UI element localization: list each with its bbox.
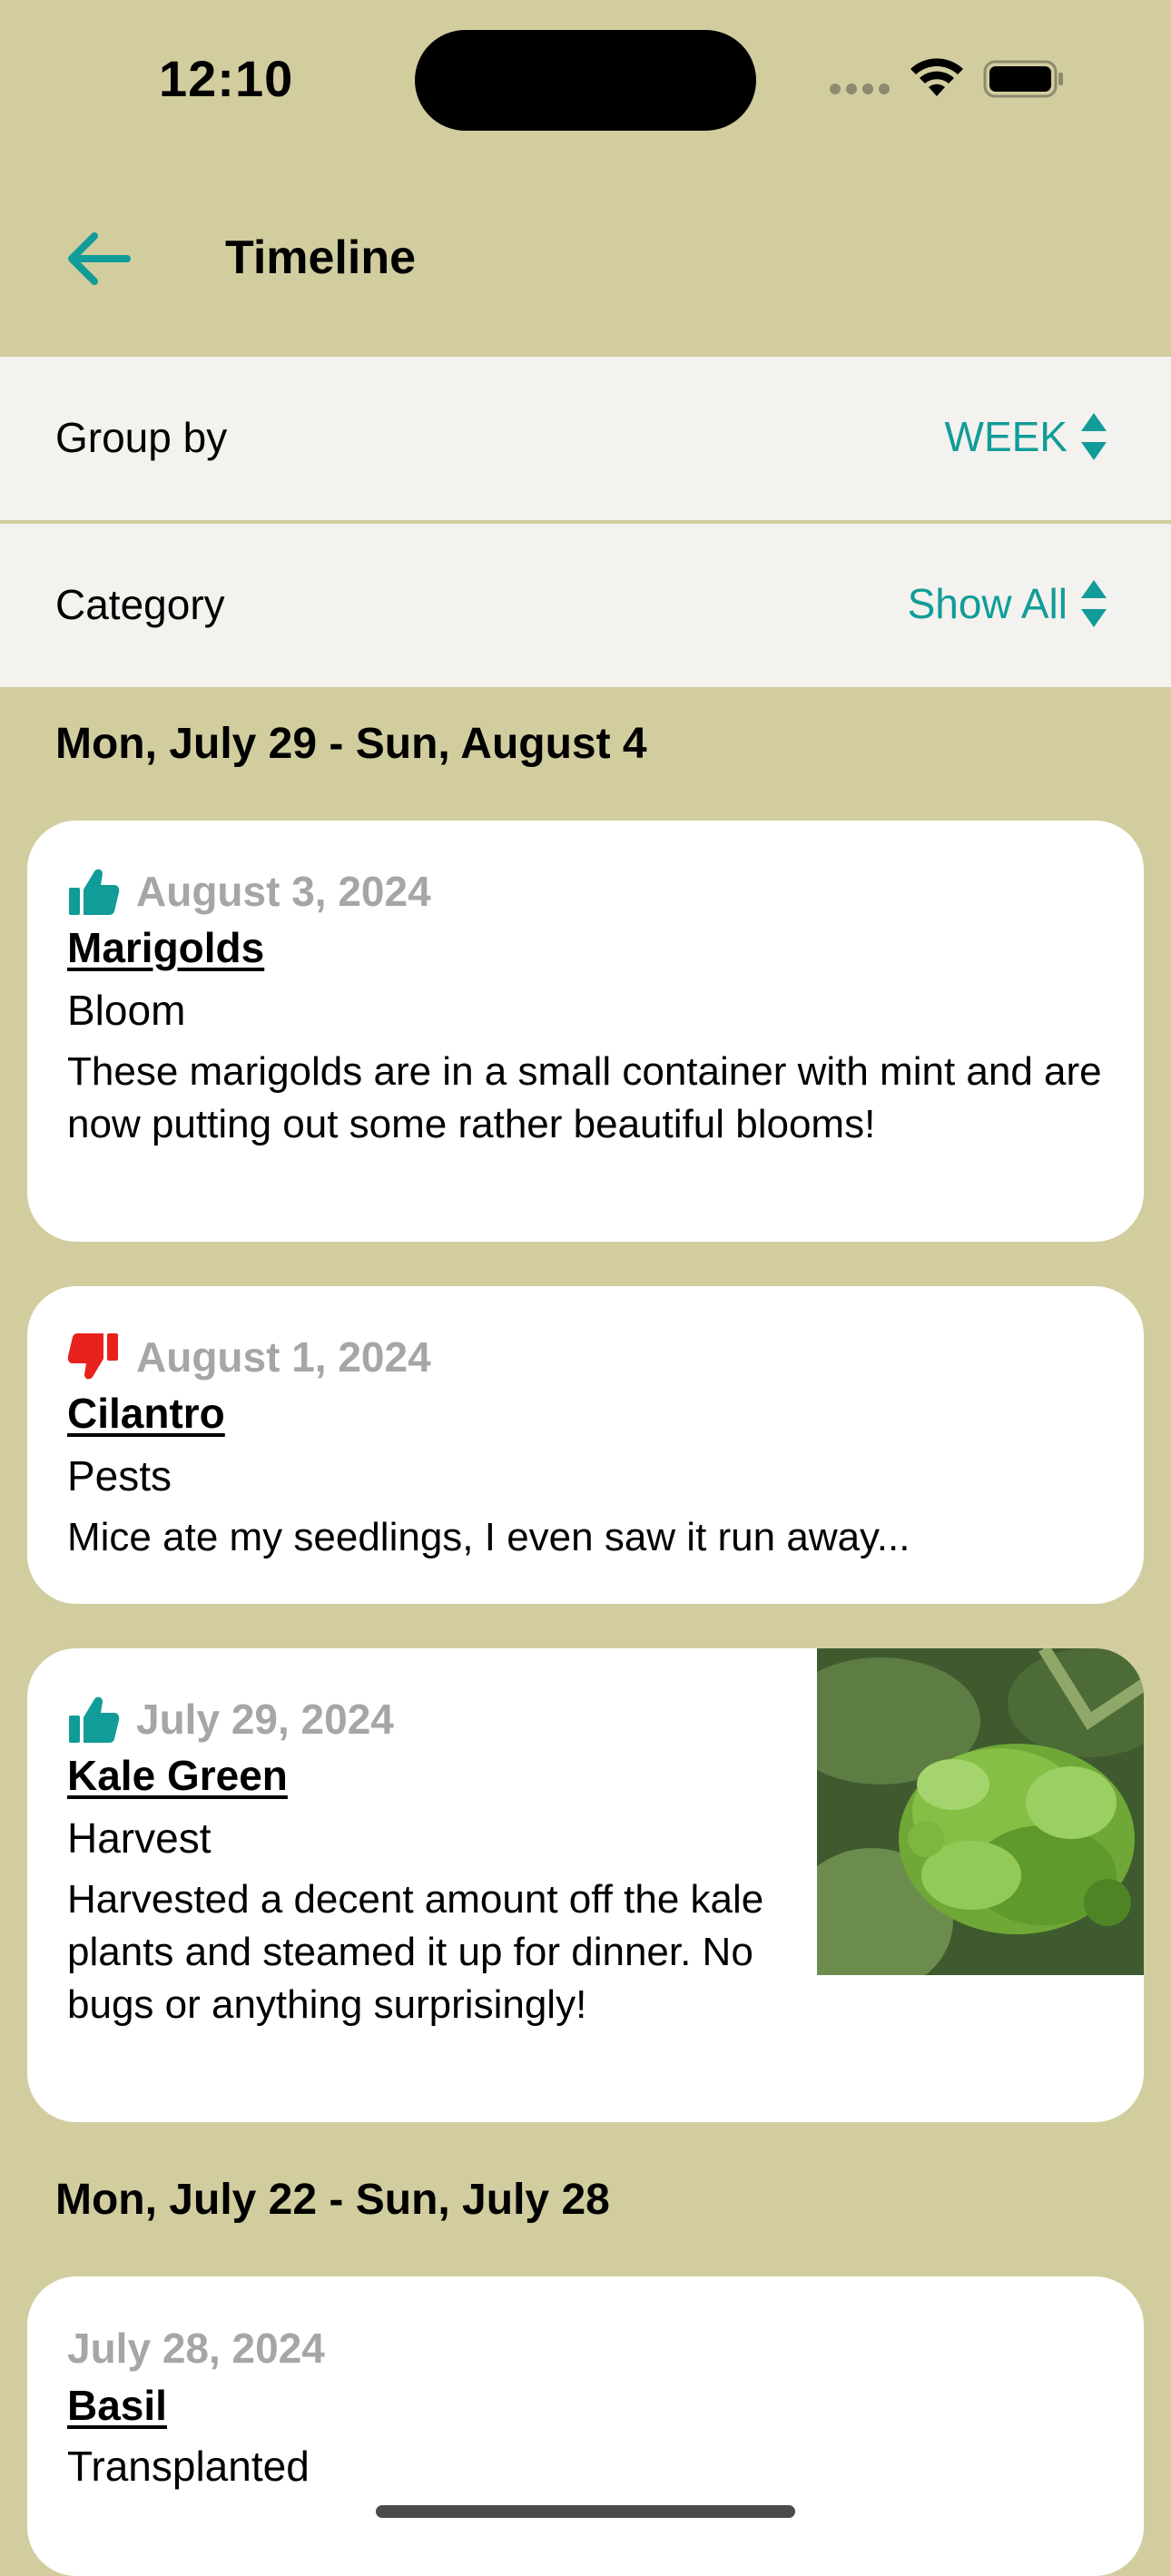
group-by-row[interactable]: Group by WEEK bbox=[0, 357, 1171, 520]
week-section-header: Mon, July 22 - Sun, July 28 bbox=[55, 2176, 610, 2224]
battery-icon bbox=[983, 60, 1063, 98]
timeline-entry-card[interactable]: August 3, 2024 Marigolds Bloom These mar… bbox=[27, 821, 1144, 1242]
kale-photo[interactable] bbox=[817, 1648, 1144, 1975]
entry-note: Mice ate my seedlings, I even saw it run… bbox=[67, 1515, 910, 1559]
thumbs-up-icon bbox=[69, 869, 120, 915]
page-title: Timeline bbox=[225, 231, 417, 284]
category-row[interactable]: Category Show All bbox=[0, 524, 1171, 687]
group-by-value: WEEK bbox=[944, 413, 1068, 460]
plant-link[interactable]: Marigolds bbox=[67, 923, 264, 972]
up-down-chevron-icon bbox=[1081, 413, 1107, 460]
status-time: 12:10 bbox=[159, 50, 294, 107]
entry-note: These marigolds are in a small container… bbox=[67, 1049, 1102, 1146]
timeline-entry-card[interactable]: July 28, 2024 Basil Transplanted bbox=[27, 2276, 1144, 2576]
category-picker[interactable]: Show All bbox=[908, 578, 1107, 629]
category-label: Category bbox=[55, 581, 225, 628]
group-by-label: Group by bbox=[55, 414, 228, 461]
entry-note: Harvested a decent amount off the kale p… bbox=[67, 1877, 764, 2027]
plant-link[interactable]: Cilantro bbox=[67, 1389, 225, 1438]
dynamic-island bbox=[415, 30, 756, 131]
plant-link[interactable]: Basil bbox=[67, 2381, 167, 2430]
entry-date: August 1, 2024 bbox=[136, 1333, 431, 1381]
up-down-chevron-icon bbox=[1081, 580, 1107, 627]
entry-date: July 28, 2024 bbox=[67, 2325, 325, 2372]
home-indicator[interactable] bbox=[376, 2505, 795, 2518]
navigation-bar bbox=[0, 182, 1171, 338]
entry-category: Bloom bbox=[67, 987, 186, 1034]
wifi-icon bbox=[910, 58, 963, 96]
back-arrow-icon[interactable] bbox=[64, 227, 133, 290]
entry-date: August 3, 2024 bbox=[136, 868, 431, 915]
cellular-signal-icon bbox=[830, 84, 895, 100]
plant-link[interactable]: Kale Green bbox=[67, 1751, 288, 1800]
entry-category: Harvest bbox=[67, 1814, 212, 1862]
entry-category: Pests bbox=[67, 1452, 172, 1499]
entry-category: Transplanted bbox=[67, 2443, 310, 2490]
group-by-picker[interactable]: WEEK bbox=[945, 411, 1107, 462]
timeline-entry-card[interactable]: July 29, 2024 Kale Green Harvest Harvest… bbox=[27, 1648, 1144, 2122]
category-value: Show All bbox=[907, 580, 1068, 627]
timeline-entry-card[interactable]: August 1, 2024 Cilantro Pests Mice ate m… bbox=[27, 1286, 1144, 1604]
thumbs-up-icon bbox=[69, 1696, 120, 1743]
status-bar: 12:10 bbox=[0, 0, 1171, 154]
entry-date: July 29, 2024 bbox=[136, 1696, 394, 1743]
thumbs-down-icon bbox=[67, 1333, 118, 1380]
week-section-header: Mon, July 29 - Sun, August 4 bbox=[55, 720, 647, 768]
